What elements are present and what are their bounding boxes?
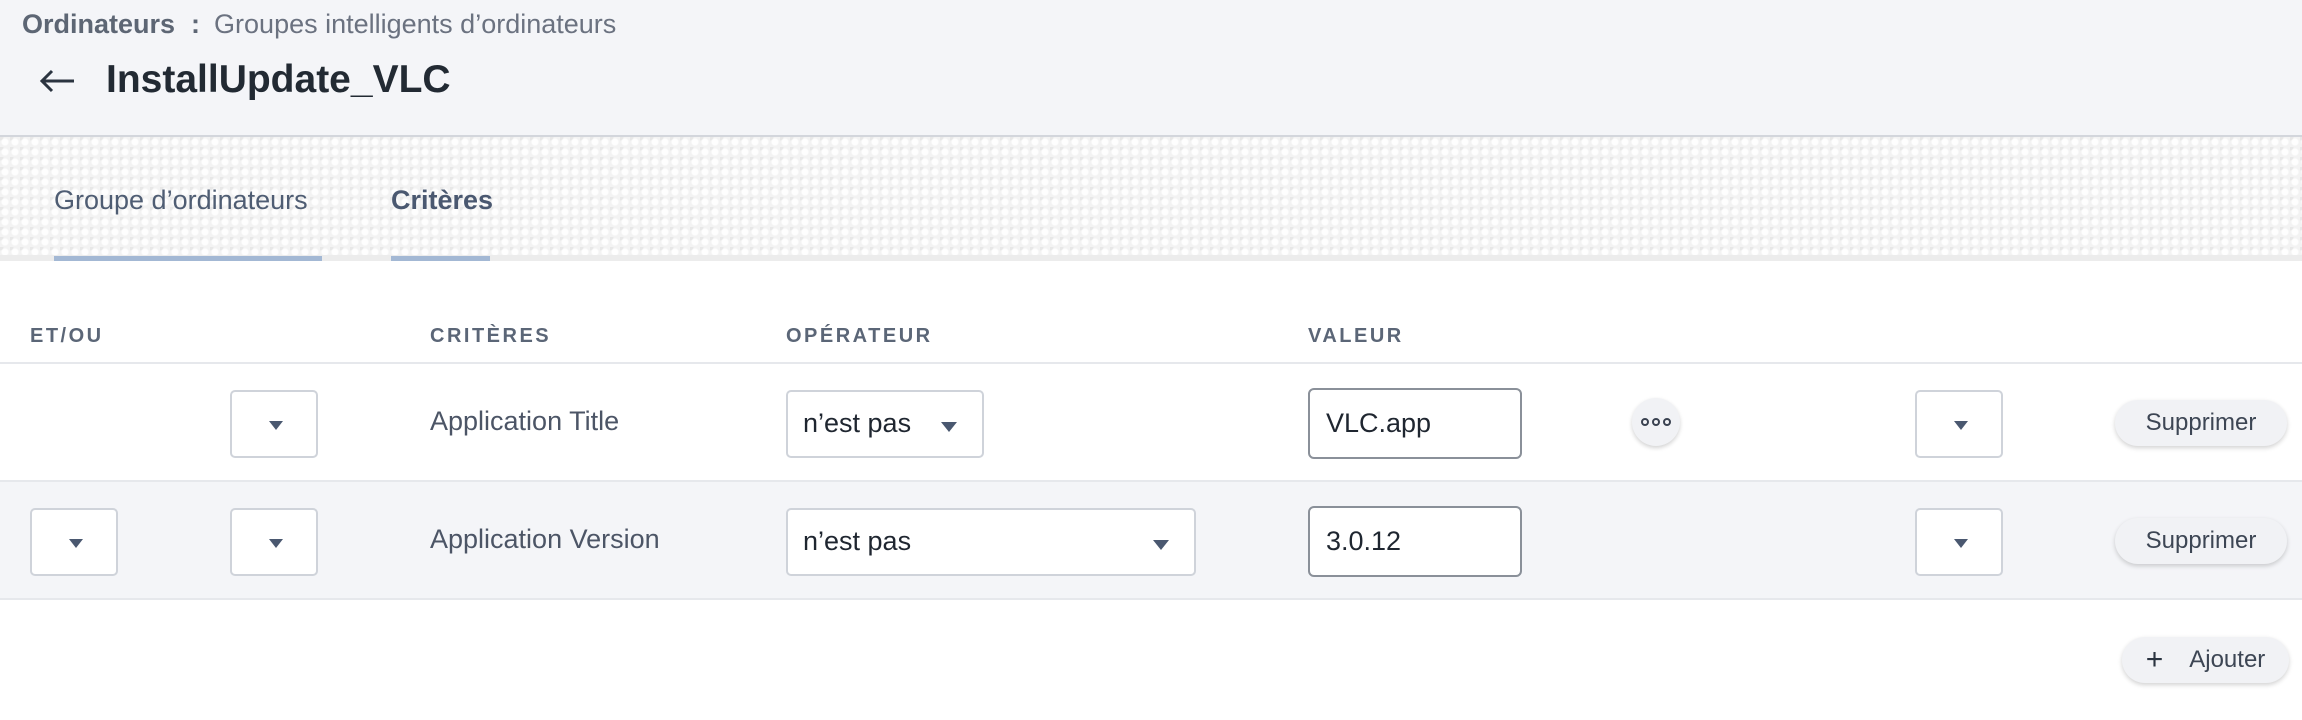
value-input[interactable] [1308, 388, 1522, 459]
column-header-et-ou: ET/OU [30, 325, 104, 347]
operator-select[interactable]: n’est pas [786, 508, 1196, 576]
tab-groupe-ordinateurs[interactable]: Groupe d’ordinateurs [54, 185, 322, 261]
and-or-dropdown[interactable] [30, 508, 118, 576]
close-paren-dropdown[interactable] [1915, 390, 2003, 458]
tab-bar: Groupe d’ordinateurs Critères [0, 137, 2302, 261]
operator-select[interactable]: n’est pas [786, 390, 984, 458]
tab-criteres[interactable]: Critères [391, 185, 493, 261]
add-button-label: Ajouter [2189, 646, 2266, 673]
breadcrumb-separator: : [191, 9, 201, 39]
page-title: InstallUpdate_VLC [106, 58, 451, 101]
column-header-valeur: VALEUR [1308, 325, 1404, 347]
add-criteria-button[interactable]: + Ajouter [2122, 637, 2289, 683]
criteria-label: Application Title [430, 406, 620, 436]
delete-button[interactable]: Supprimer [2115, 400, 2287, 446]
open-paren-dropdown[interactable] [230, 508, 318, 576]
chevron-down-icon [1153, 540, 1169, 550]
plus-icon: + [2145, 643, 2164, 676]
criteria-row: Application Title n’est pas Supprimer [0, 362, 2302, 480]
criteria-label: Application Version [430, 524, 660, 554]
criteria-row: Application Version n’est pas Supprimer [0, 480, 2302, 600]
column-header-operateur: OPÉRATEUR [786, 325, 933, 347]
top-bar: Ordinateurs: Groupes intelligents d’ordin… [0, 0, 2302, 137]
column-header-criteres: CRITÈRES [430, 325, 552, 347]
breadcrumb-root-link[interactable]: Ordinateurs [22, 9, 175, 39]
chevron-down-icon [941, 422, 957, 432]
operator-value: n’est pas [803, 408, 912, 438]
arrow-left-icon[interactable] [38, 60, 78, 100]
value-input[interactable] [1308, 506, 1522, 577]
breadcrumb-current: Groupes intelligents d’ordinateurs [214, 9, 617, 39]
breadcrumb: Ordinateurs: Groupes intelligents d’ordin… [22, 9, 616, 40]
more-options-icon[interactable] [1632, 398, 1680, 446]
open-paren-dropdown[interactable] [230, 390, 318, 458]
close-paren-dropdown[interactable] [1915, 508, 2003, 576]
delete-button[interactable]: Supprimer [2115, 518, 2287, 564]
operator-value: n’est pas [803, 526, 912, 556]
